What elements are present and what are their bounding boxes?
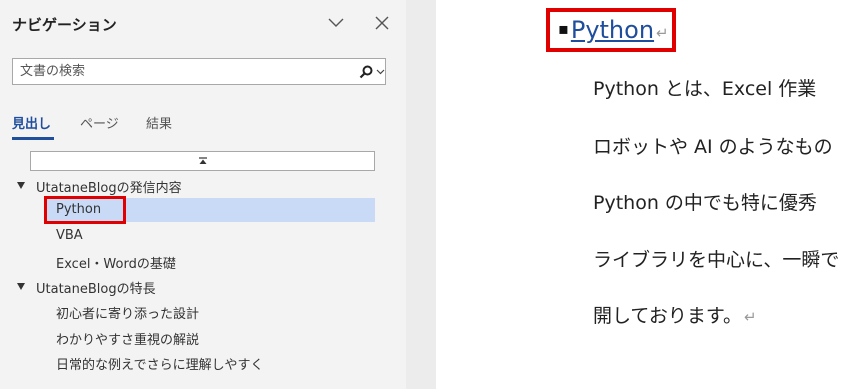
paragraph-text: 開しております。 <box>593 305 742 327</box>
annotation-highlight-box <box>44 196 126 224</box>
document-heading[interactable]: ▪Python ↵ <box>558 16 669 44</box>
tree-item-label: UtataneBlogの特長 <box>36 282 156 297</box>
paragraph-line[interactable]: ロボットや AI のようなもの <box>593 132 833 159</box>
tree-item-label: Excel・Wordの基礎 <box>56 257 176 272</box>
tree-item-label: UtataneBlogの発信内容 <box>36 181 182 196</box>
dropdown-arrow-icon[interactable] <box>376 67 385 76</box>
heading-text: Python <box>570 16 655 44</box>
chevron-down-icon[interactable] <box>326 14 346 32</box>
search-box <box>12 58 386 85</box>
paragraph-line[interactable]: Python の中でも特に優秀 <box>593 188 817 215</box>
close-icon[interactable] <box>372 13 392 33</box>
tree-item-tokuchou[interactable]: UtataneBlogの特長 <box>0 274 406 298</box>
tree-item-wakariyasusa[interactable]: わかりやすさ重視の解説 <box>0 325 406 349</box>
active-tab-indicator <box>12 137 54 140</box>
tab-results[interactable]: 結果 <box>146 113 172 132</box>
paragraph-line[interactable]: Python とは、Excel 作業 <box>593 74 816 101</box>
search-input[interactable] <box>20 62 350 81</box>
expand-triangle-icon[interactable] <box>17 283 25 290</box>
tree-item-nichijou[interactable]: 日常的な例えでさらに理解しやすく <box>0 350 406 374</box>
paragraph-line[interactable]: ライブラリを中心に、一瞬で <box>593 245 839 272</box>
search-icon[interactable] <box>358 64 374 80</box>
tree-item-label: 日常的な例えでさらに理解しやすく <box>56 358 264 373</box>
expand-triangle-icon[interactable] <box>17 182 25 189</box>
tree-item-label: わかりやすさ重視の解説 <box>56 333 200 348</box>
heading-bullet: ▪ <box>558 19 569 38</box>
tree-item-label: 初心者に寄り添った設計 <box>56 307 200 322</box>
tree-item-label: VBA <box>56 228 83 243</box>
collapse-all-bar[interactable] <box>30 151 375 171</box>
return-mark: ↵ <box>656 24 669 42</box>
pane-divider[interactable] <box>406 0 436 389</box>
tab-headings[interactable]: 見出し <box>12 113 51 132</box>
nav-title: ナビゲーション <box>12 16 117 34</box>
tree-item-hasshin-naiyou[interactable]: UtataneBlogの発信内容 <box>0 173 406 197</box>
collapse-up-icon <box>199 157 207 164</box>
paragraph-line[interactable]: 開しております。 ↵ <box>593 301 757 328</box>
return-mark: ↵ <box>743 308 757 326</box>
tree-item-vba[interactable]: VBA <box>0 224 406 248</box>
document-area[interactable]: ▪Python ↵ Python とは、Excel 作業 ロボットや AI のよう… <box>436 0 850 389</box>
tree-item-excel-word[interactable]: Excel・Wordの基礎 <box>0 249 406 273</box>
navigation-pane: ナビゲーション 見出し ページ 結果 UtataneBlogの発信内容 Pyth… <box>0 0 406 389</box>
tree-item-shoshinsha[interactable]: 初心者に寄り添った設計 <box>0 299 406 323</box>
tab-pages[interactable]: ページ <box>80 113 119 132</box>
